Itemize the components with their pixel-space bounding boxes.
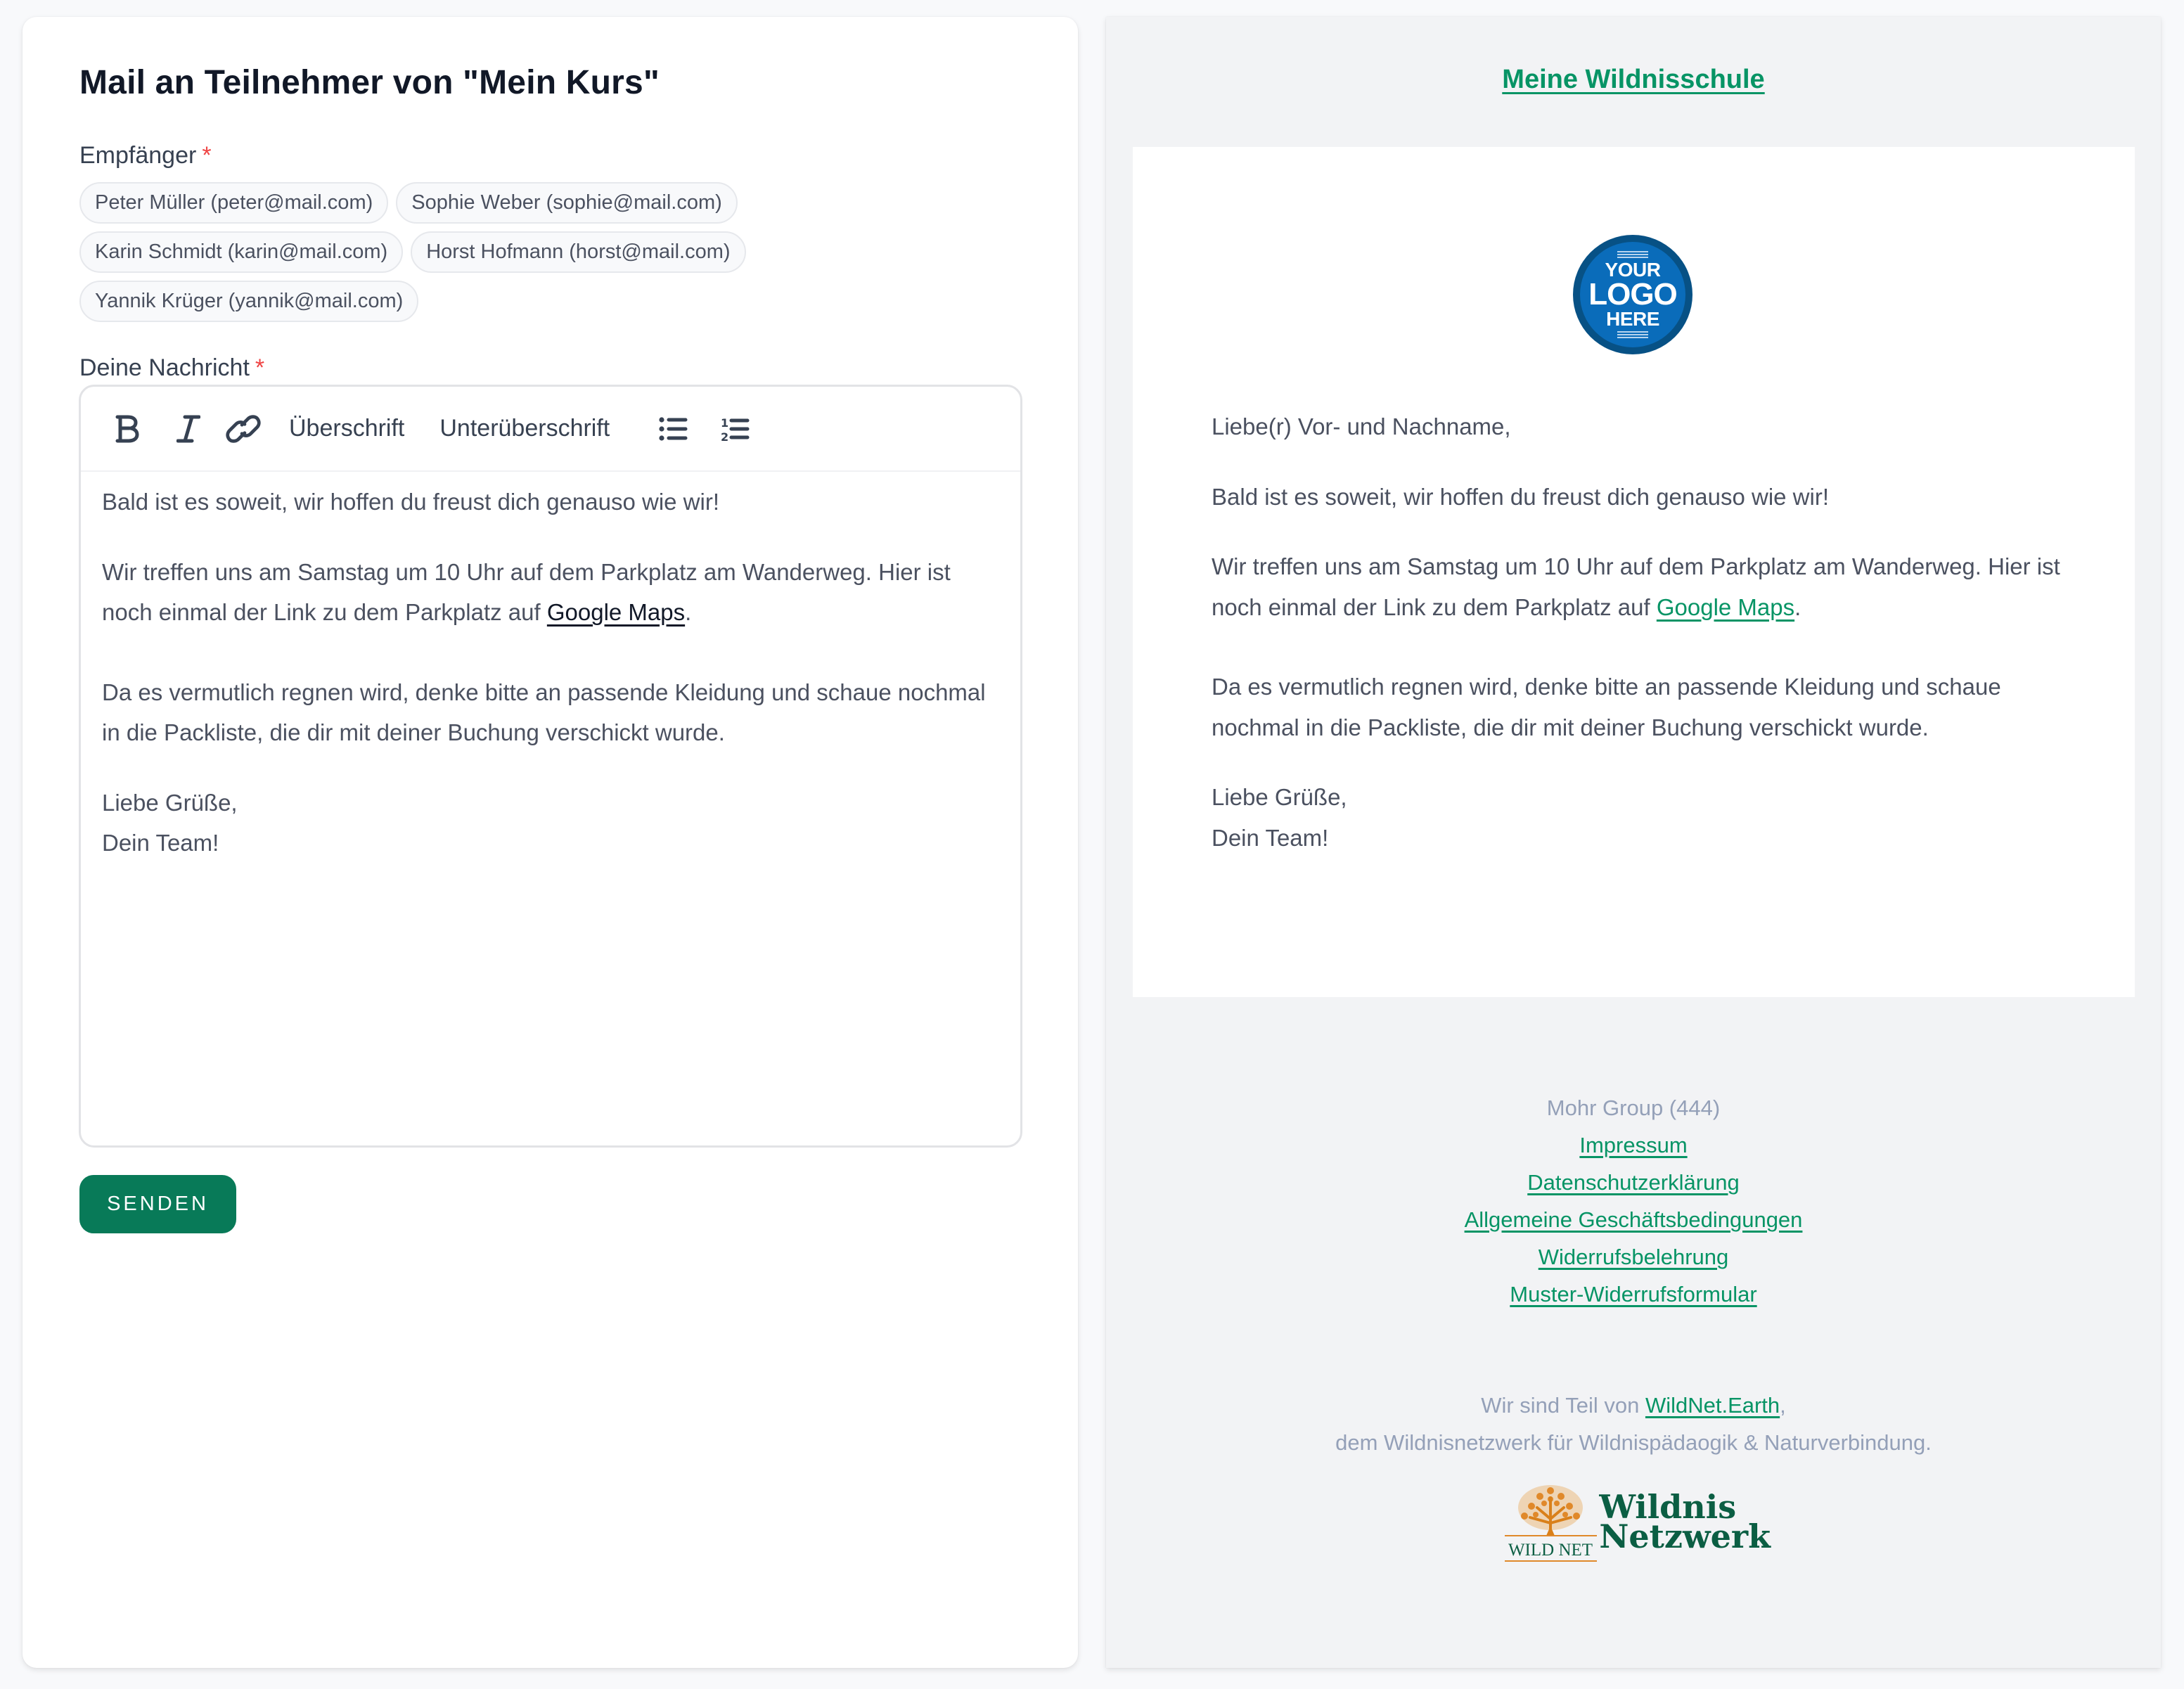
message-paragraph: Da es vermutlich regnen wird, denke bitt…: [102, 679, 986, 746]
message-label-text: Deine Nachricht: [79, 354, 250, 381]
recipient-chip[interactable]: Sophie Weber (sophie@mail.com): [396, 182, 738, 224]
recipient-chip[interactable]: Karin Schmidt (karin@mail.com): [79, 231, 404, 273]
footer-link-datenschutz[interactable]: Datenschutzerklärung: [1106, 1164, 2161, 1201]
logo-text: LOGO: [1588, 277, 1678, 312]
google-maps-link[interactable]: Google Maps: [1657, 594, 1794, 620]
message-paragraph: Liebe Grüße, Dein Team!: [102, 783, 999, 863]
footer-link-agb[interactable]: Allgemeine Geschäftsbedingungen: [1106, 1201, 2161, 1238]
email-paragraph: Bald ist es soweit, wir hoffen du freust…: [1212, 483, 1829, 510]
heading-button[interactable]: Überschrift: [289, 408, 404, 450]
message-text: .: [685, 599, 692, 625]
email-card: YOUR LOGO HERE Liebe(r) Vor- und Nachnam…: [1133, 147, 2135, 997]
network-note: Wir sind Teil von WildNet.Earth, dem Wil…: [1106, 1387, 2161, 1461]
wildnet-emblem-text: WILD NET: [1508, 1541, 1593, 1560]
message-paragraph: Wir treffen uns am Samstag um 10 Uhr auf…: [102, 552, 999, 633]
email-body: Liebe(r) Vor- und Nachname, Bald ist es …: [1212, 406, 2076, 887]
network-line-1: Wir sind Teil von WildNet.Earth,: [1106, 1387, 2161, 1424]
recipient-chip[interactable]: Horst Hofmann (horst@mail.com): [411, 231, 746, 273]
network-line-2: dem Wildnisnetzwerk für Wildnispädaogik …: [1335, 1430, 1932, 1455]
email-text: Dein Team!: [1212, 824, 1329, 851]
svg-text:2: 2: [721, 430, 728, 443]
email-text: Liebe Grüße,: [1212, 784, 1347, 810]
school-title: Meine Wildnisschule: [1106, 65, 2161, 95]
send-button[interactable]: SENDEN: [79, 1175, 236, 1233]
email-paragraph: Liebe Grüße, Dein Team!: [1212, 777, 2076, 858]
email-text: Wir treffen uns am Samstag um 10 Uhr auf…: [1212, 553, 2060, 620]
bold-icon: [115, 415, 139, 442]
italic-icon: [176, 415, 200, 442]
network-text: Wir sind Teil von: [1481, 1393, 1645, 1418]
message-textarea[interactable]: Bald ist es soweit, wir hoffen du freust…: [81, 472, 1020, 863]
required-marker: *: [202, 142, 212, 169]
bold-button[interactable]: [109, 408, 144, 450]
link-icon: [226, 414, 261, 443]
company-name: Mohr Group (444): [1546, 1096, 1721, 1120]
wildnet-word: Netzwerk: [1599, 1517, 1771, 1555]
message-label: Deine Nachricht *: [79, 354, 264, 382]
recipient-chip[interactable]: Peter Müller (peter@mail.com): [79, 182, 389, 224]
school-logo: YOUR LOGO HERE: [1573, 235, 1692, 354]
message-text: Dein Team!: [102, 830, 219, 856]
school-title-link[interactable]: Meine Wildnisschule: [1502, 65, 1764, 94]
recipients-label: Empfänger *: [79, 142, 212, 169]
editor-toolbar: Überschrift Unterüberschrift 1 2: [81, 387, 1020, 472]
link-button[interactable]: [226, 408, 261, 450]
italic-button[interactable]: [171, 408, 206, 450]
footer-link-widerrufsformular[interactable]: Muster-Widerrufsformular: [1106, 1276, 2161, 1313]
network-text: ,: [1780, 1393, 1786, 1418]
logo-text: HERE: [1606, 308, 1659, 330]
email-text: .: [1794, 593, 1801, 620]
google-maps-link[interactable]: Google Maps: [547, 599, 685, 625]
numbered-list-button[interactable]: 1 2: [718, 408, 753, 450]
email-preview-panel: Meine Wildnisschule YOUR LOGO HERE Liebe…: [1106, 17, 2161, 1668]
svg-text:1: 1: [721, 416, 728, 430]
wildnet-logo: WILD NET Wildnis Netzwerk: [1503, 1479, 1771, 1564]
page-title: Mail an Teilnehmer von "Mein Kurs": [79, 64, 660, 101]
bullet-list-icon: [659, 416, 688, 441]
recipient-chip[interactable]: Yannik Krüger (yannik@mail.com): [79, 281, 419, 322]
message-editor: Überschrift Unterüberschrift 1 2 Bald is…: [79, 385, 1022, 1148]
email-paragraph: Wir treffen uns am Samstag um 10 Uhr auf…: [1212, 546, 2076, 627]
recipient-chips: Peter Müller (peter@mail.com) Sophie Web…: [79, 182, 853, 322]
message-paragraph: Bald ist es soweit, wir hoffen du freust…: [102, 489, 719, 515]
email-greeting: Liebe(r) Vor- und Nachname,: [1212, 413, 1511, 439]
logo-decoration: [1617, 251, 1648, 258]
email-paragraph: Da es vermutlich regnen wird, denke bitt…: [1212, 674, 2001, 740]
wildnet-link[interactable]: WildNet.Earth: [1645, 1393, 1780, 1418]
email-footer: Mohr Group (444) Impressum Datenschutzer…: [1106, 1089, 2161, 1313]
logo-decoration: [1617, 331, 1648, 338]
numbered-list-icon: 1 2: [721, 416, 750, 443]
bullet-list-button[interactable]: [656, 408, 691, 450]
required-marker: *: [255, 354, 265, 381]
compose-panel: Mail an Teilnehmer von "Mein Kurs" Empfä…: [23, 17, 1078, 1668]
logo-inner: YOUR LOGO HERE: [1580, 242, 1685, 347]
subheading-button[interactable]: Unterüberschrift: [439, 408, 610, 450]
message-text: Liebe Grüße,: [102, 789, 238, 816]
message-text: Wir treffen uns am Samstag um 10 Uhr auf…: [102, 558, 951, 626]
wildnet-wordmark: Wildnis Netzwerk: [1599, 1491, 1771, 1555]
footer-link-widerrufsbelehrung[interactable]: Widerrufsbelehrung: [1106, 1238, 2161, 1276]
recipients-label-text: Empfänger: [79, 142, 197, 169]
tree-icon: WILD NET: [1503, 1479, 1597, 1564]
footer-link-impressum[interactable]: Impressum: [1106, 1126, 2161, 1164]
